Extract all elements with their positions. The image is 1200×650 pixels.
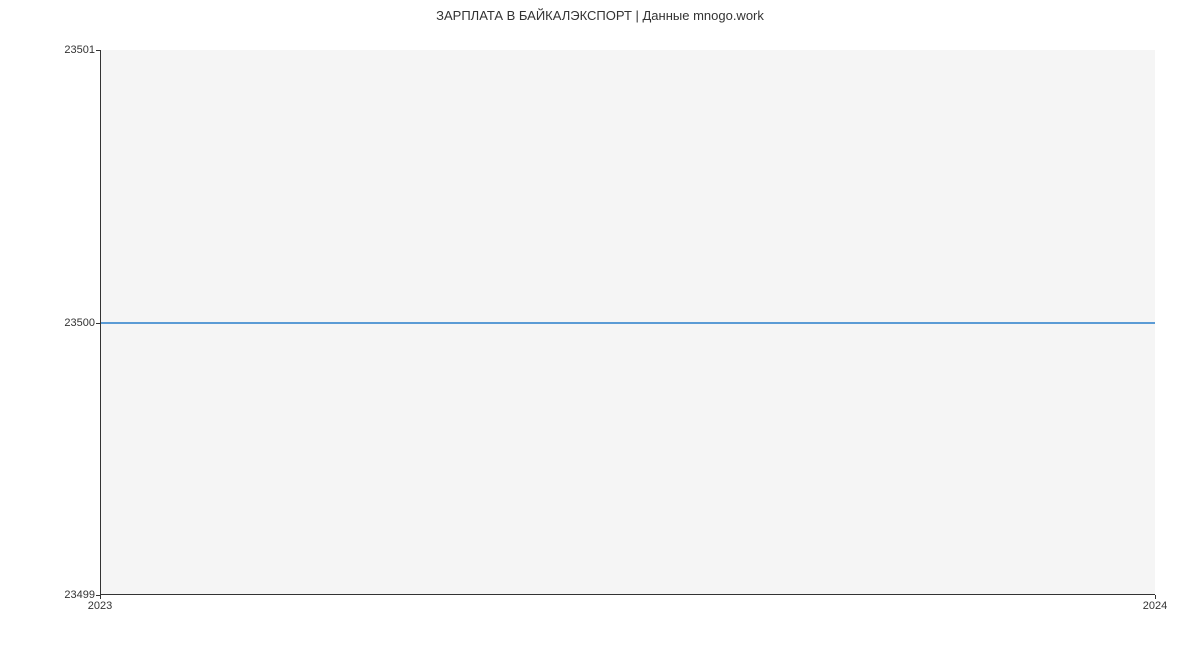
- x-tick-label: 2024: [1143, 600, 1167, 612]
- x-tick-mark: [100, 595, 101, 599]
- chart-container: ЗАРПЛАТА В БАЙКАЛЭКСПОРТ | Данные mnogo.…: [0, 0, 1200, 650]
- plot-area: [100, 50, 1155, 595]
- data-line: [101, 322, 1155, 324]
- chart-title: ЗАРПЛАТА В БАЙКАЛЭКСПОРТ | Данные mnogo.…: [0, 0, 1200, 23]
- y-tick-label: 23499: [5, 589, 95, 601]
- y-tick-label: 23501: [5, 44, 95, 56]
- x-tick-mark: [1155, 595, 1156, 599]
- y-tick-label: 23500: [5, 317, 95, 329]
- x-tick-label: 2023: [88, 600, 112, 612]
